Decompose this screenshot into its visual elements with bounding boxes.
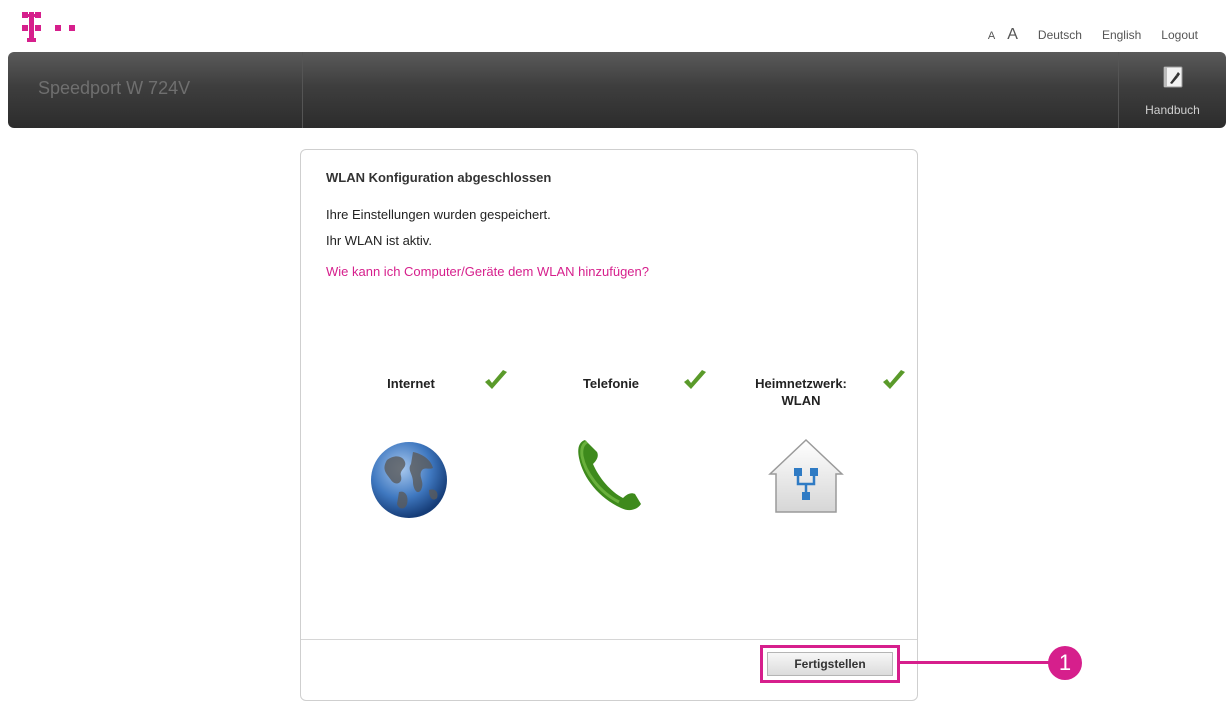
finish-button[interactable]: Fertigstellen	[767, 652, 893, 676]
top-links: A A Deutsch English Logout	[988, 26, 1198, 44]
status-label-internet: Internet	[387, 376, 435, 391]
font-size-large-button[interactable]: A	[1007, 26, 1018, 44]
manual-button[interactable]: Handbuch	[1119, 52, 1226, 128]
status-label-heimnetzwerk: Heimnetzwerk: WLAN	[721, 375, 881, 409]
check-icon	[485, 370, 507, 389]
language-english-link[interactable]: English	[1102, 28, 1141, 42]
phone-icon	[578, 440, 641, 511]
add-devices-help-link[interactable]: Wie kann ich Computer/Geräte dem WLAN hi…	[326, 264, 649, 279]
callout-marker: 1	[1048, 646, 1082, 680]
check-icon	[684, 370, 706, 389]
saved-message: Ihre Einstellungen wurden gespeichert.	[326, 207, 551, 222]
divider	[302, 52, 303, 128]
wizard-panel: WLAN Konfiguration abgeschlossen Ihre Ei…	[300, 149, 918, 701]
globe-icon	[371, 442, 447, 518]
finish-button-highlight: Fertigstellen	[760, 645, 900, 683]
manual-icon	[1163, 66, 1183, 88]
manual-label: Handbuch	[1145, 103, 1200, 117]
home-network-icon	[768, 438, 844, 513]
language-deutsch-link[interactable]: Deutsch	[1038, 28, 1082, 42]
wlan-active-message: Ihr WLAN ist aktiv.	[326, 233, 432, 248]
footer-divider	[301, 639, 917, 640]
device-title: Speedport W 724V	[38, 78, 191, 98]
telekom-logo	[22, 12, 75, 42]
top-bar: Speedport W 724V Handbuch	[8, 52, 1226, 128]
status-label-heimnetzwerk-line1: Heimnetzwerk:	[755, 376, 847, 391]
panel-title: WLAN Konfiguration abgeschlossen	[326, 170, 552, 185]
font-size-small-button[interactable]: A	[988, 30, 995, 42]
status-label-heimnetzwerk-line2: WLAN	[781, 393, 821, 408]
status-label-telefonie: Telefonie	[582, 376, 640, 391]
logout-link[interactable]: Logout	[1161, 28, 1198, 42]
check-icon	[883, 370, 905, 389]
callout-line	[899, 661, 1049, 664]
